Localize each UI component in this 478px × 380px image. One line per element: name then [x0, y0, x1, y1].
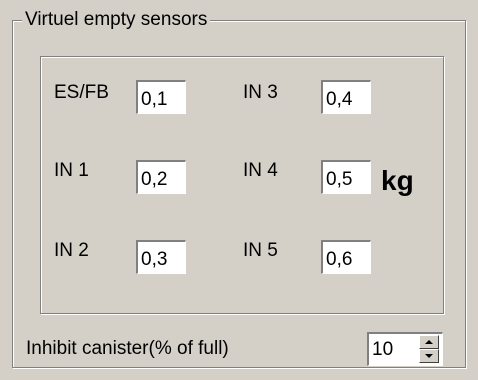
sensor-label-in2: IN 2: [54, 240, 89, 261]
sensor-field-in4[interactable]: [321, 160, 371, 194]
sensor-field-es-fb[interactable]: [136, 80, 186, 114]
spin-up-button[interactable]: [419, 335, 439, 349]
spin-down-arrow-icon: [425, 354, 433, 358]
inhibit-canister-input[interactable]: [372, 337, 416, 363]
sensor-label-in5: IN 5: [243, 240, 278, 261]
sensor-field-in1[interactable]: [136, 160, 186, 194]
group-title: Virtuel empty sensors: [22, 8, 211, 32]
inhibit-canister-spinbox: [367, 332, 443, 366]
sensor-field-in2[interactable]: [136, 240, 186, 274]
unit-label: kg: [381, 165, 414, 196]
spin-down-button[interactable]: [419, 349, 439, 363]
sensor-field-in5[interactable]: [321, 240, 371, 274]
sensor-field-in3[interactable]: [321, 80, 371, 114]
sensor-label-es-fb: ES/FB: [54, 82, 109, 103]
inhibit-canister-label: Inhibit canister(% of full): [26, 338, 229, 359]
sensor-label-in4: IN 4: [243, 160, 278, 181]
sensor-label-in1: IN 1: [54, 160, 89, 181]
sensor-label-in3: IN 3: [243, 82, 278, 103]
spin-up-arrow-icon: [425, 340, 433, 344]
